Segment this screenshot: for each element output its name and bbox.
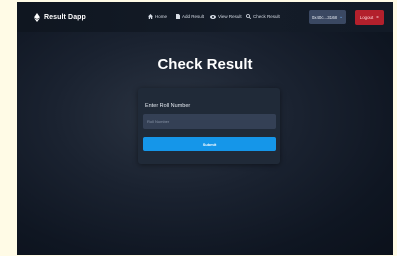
navbar: Result Dapp Home Add Result View Result — [17, 2, 393, 32]
nav-add-result[interactable]: Add Result — [176, 14, 204, 19]
app-window: Result Dapp Home Add Result View Result — [17, 2, 393, 255]
submit-button[interactable]: Submit — [143, 137, 276, 151]
nav-check-result[interactable]: Check Result — [246, 14, 280, 19]
nav-home-label: Home — [155, 14, 168, 19]
logout-button[interactable]: Logout — [355, 10, 384, 25]
search-icon — [246, 14, 251, 19]
document-icon — [176, 14, 180, 19]
wallet-dropdown[interactable]: 0x40c...3168 ⌄ — [309, 10, 346, 24]
brand-name: Result Dapp — [44, 14, 86, 21]
wallet-address: 0x40c...3168 — [311, 14, 337, 20]
nav-check-result-label: Check Result — [253, 14, 280, 19]
nav-home[interactable]: Home — [148, 14, 167, 19]
home-icon — [148, 14, 153, 19]
roll-number-label: Enter Roll Number — [145, 103, 191, 109]
ethereum-icon — [34, 13, 40, 22]
page-title: Check Result — [157, 56, 253, 73]
nav-add-result-label: Add Result — [182, 14, 205, 19]
nav-view-result-label: View Result — [218, 14, 242, 19]
chevron-down-icon: ⌄ — [338, 14, 344, 20]
check-result-form: Enter Roll Number Submit — [138, 88, 280, 164]
logout-icon — [375, 15, 380, 20]
brand[interactable]: Result Dapp — [34, 13, 86, 22]
roll-number-input[interactable] — [143, 114, 276, 129]
eye-icon — [210, 14, 216, 19]
logout-label: Logout — [359, 15, 374, 20]
nav-view-result[interactable]: View Result — [210, 14, 242, 19]
